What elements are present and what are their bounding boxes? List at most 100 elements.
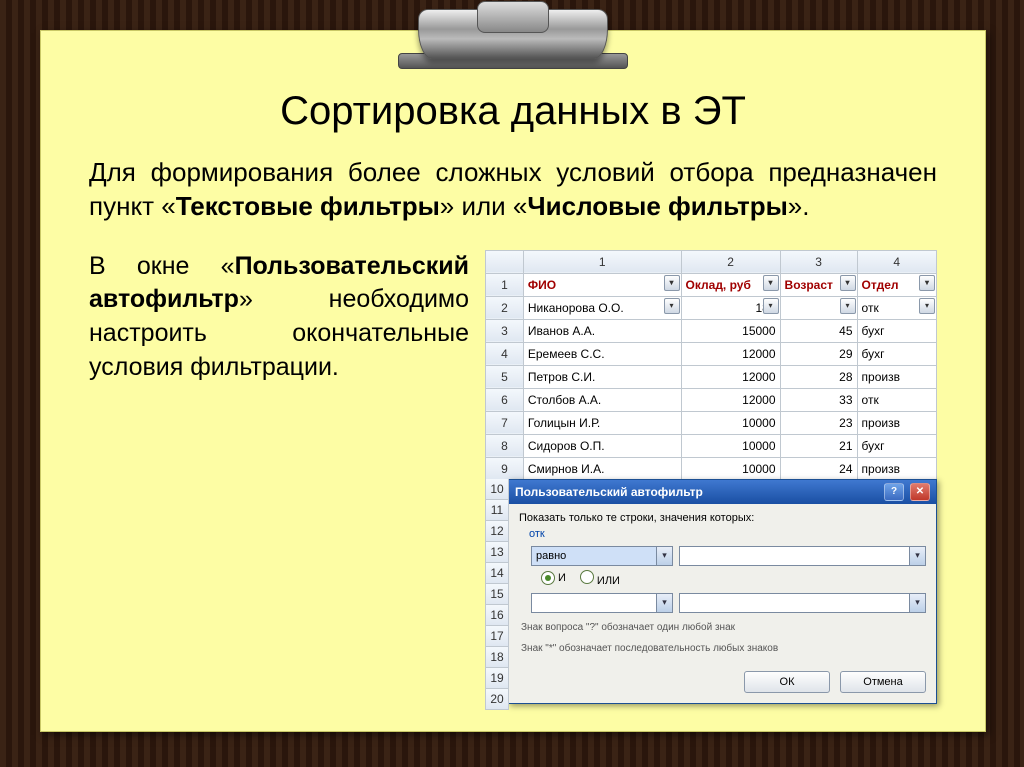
dialog-instruction: Показать только те строки, значения кото… (519, 512, 926, 524)
row-number[interactable]: 19 (485, 668, 509, 689)
cell-oklad[interactable]: 12000 (681, 388, 780, 411)
filter-dropdown-icon[interactable]: ▾ (664, 275, 680, 291)
condition-1-operator[interactable]: равно (531, 546, 673, 566)
cell-age[interactable]: 45 (780, 319, 857, 342)
cell-dep[interactable]: отк▾ (857, 296, 936, 319)
col-header[interactable]: 2 (681, 250, 780, 273)
filter-dropdown-icon[interactable]: ▾ (763, 298, 779, 314)
cell-oklad[interactable]: 10000 (681, 411, 780, 434)
cell-dep[interactable]: отк (857, 388, 936, 411)
text: В окне « (89, 252, 235, 280)
condition-2-value[interactable] (679, 593, 926, 613)
cell-oklad[interactable]: 10000 (681, 457, 780, 480)
cell-oklad[interactable]: 10000 (681, 434, 780, 457)
row-number[interactable]: 11 (485, 500, 509, 521)
cell-fio[interactable]: Иванов А.А. (523, 319, 681, 342)
condition-1-value[interactable] (679, 546, 926, 566)
header-cell: ФИО▾ (523, 273, 681, 296)
row-number[interactable]: 1 (486, 273, 524, 296)
cell-fio[interactable]: Сидоров О.П. (523, 434, 681, 457)
radio-label: И (558, 572, 566, 584)
filter-dropdown-icon[interactable]: ▾ (919, 298, 935, 314)
cell-dep[interactable]: произв (857, 457, 936, 480)
slide: Сортировка данных в ЭТ Для формирования … (40, 30, 986, 732)
cell-age[interactable]: 21 (780, 434, 857, 457)
col-header[interactable]: 3 (780, 250, 857, 273)
row-number[interactable]: 6 (486, 388, 524, 411)
row-number[interactable]: 14 (485, 563, 509, 584)
cell-dep[interactable]: бухг (857, 342, 936, 365)
cell-oklad[interactable]: 12000 (681, 365, 780, 388)
table-row: 2Никанорова О.О.▾180▾▾отк▾ (486, 296, 937, 319)
cell-age[interactable]: ▾ (780, 296, 857, 319)
filter-dropdown-icon[interactable]: ▾ (763, 275, 779, 291)
row-number[interactable]: 13 (485, 542, 509, 563)
radio-and[interactable]: И (541, 571, 566, 585)
filter-dropdown-icon[interactable]: ▾ (664, 298, 680, 314)
cell-dep[interactable]: бухг (857, 434, 936, 457)
dialog-title: Пользовательский автофильтр (515, 485, 703, 499)
cell-age[interactable]: 33 (780, 388, 857, 411)
condition-2-operator[interactable] (531, 593, 673, 613)
excel-table: 1 2 3 4 1 ФИО▾ Оклад, руб▾ Возраст▾ Отде… (485, 250, 937, 481)
close-button[interactable]: ✕ (910, 483, 930, 501)
text-bold: Текстовые фильтры (176, 191, 440, 221)
row-number[interactable]: 4 (486, 342, 524, 365)
cell-fio[interactable]: Еремеев С.С. (523, 342, 681, 365)
row-number[interactable]: 5 (486, 365, 524, 388)
row-number[interactable]: 12 (485, 521, 509, 542)
intro-paragraph: Для формирования более сложных условий о… (89, 156, 937, 224)
help-button[interactable]: ? (884, 483, 904, 501)
row-number[interactable]: 7 (486, 411, 524, 434)
radio-icon (580, 570, 594, 584)
row-number[interactable]: 20 (485, 689, 509, 710)
cell-dep[interactable]: произв (857, 411, 936, 434)
cell-dep[interactable]: бухг (857, 319, 936, 342)
dropdown-arrow-icon (909, 594, 925, 612)
table-row: 5Петров С.И.1200028произв (486, 365, 937, 388)
cell-age[interactable]: 28 (780, 365, 857, 388)
cell-fio[interactable]: Столбов А.А. (523, 388, 681, 411)
ok-button[interactable]: ОК (744, 671, 830, 693)
row-number[interactable]: 10 (485, 479, 509, 500)
cell-fio[interactable]: Смирнов И.А. (523, 457, 681, 480)
row-number[interactable]: 8 (486, 434, 524, 457)
table-row: 6Столбов А.А.1200033отк (486, 388, 937, 411)
cell-age[interactable]: 23 (780, 411, 857, 434)
cell-age[interactable]: 29 (780, 342, 857, 365)
corner-cell[interactable] (486, 250, 524, 273)
cell-fio[interactable]: Петров С.И. (523, 365, 681, 388)
header-row: 1 ФИО▾ Оклад, руб▾ Возраст▾ Отдел▾ (486, 273, 937, 296)
row-number[interactable]: 16 (485, 605, 509, 626)
cancel-button[interactable]: Отмена (840, 671, 926, 693)
filter-dropdown-icon[interactable]: ▾ (919, 275, 935, 291)
radio-or[interactable]: ИЛИ (580, 570, 620, 587)
filter-dropdown-icon[interactable]: ▾ (840, 298, 856, 314)
cell-dep[interactable]: произв (857, 365, 936, 388)
cell-oklad[interactable]: 15000 (681, 319, 780, 342)
table-row: 4Еремеев С.С.1200029бухг (486, 342, 937, 365)
text: ». (788, 191, 810, 221)
row-number[interactable]: 2 (486, 296, 524, 319)
cell-age[interactable]: 24 (780, 457, 857, 480)
dialog-titlebar[interactable]: Пользовательский автофильтр ? ✕ (509, 480, 936, 504)
cell-oklad[interactable]: 12000 (681, 342, 780, 365)
table-row: 9Смирнов И.А.1000024произв (486, 457, 937, 480)
table-row: 3Иванов А.А.1500045бухг (486, 319, 937, 342)
row-number[interactable]: 18 (485, 647, 509, 668)
col-header[interactable]: 1 (523, 250, 681, 273)
col-header[interactable]: 4 (857, 250, 936, 273)
header-label: Возраст (785, 278, 833, 292)
dropdown-arrow-icon (909, 547, 925, 565)
cell-oklad[interactable]: 180▾ (681, 296, 780, 319)
cell-fio[interactable]: Никанорова О.О.▾ (523, 296, 681, 319)
row-number[interactable]: 15 (485, 584, 509, 605)
row-number[interactable]: 3 (486, 319, 524, 342)
cell-fio[interactable]: Голицын И.Р. (523, 411, 681, 434)
header-cell: Возраст ▾ (780, 273, 857, 296)
row-number[interactable]: 17 (485, 626, 509, 647)
header-label: Отдел (862, 278, 899, 292)
filter-dropdown-icon[interactable]: ▾ (840, 275, 856, 291)
slide-title: Сортировка данных в ЭТ (41, 89, 985, 134)
row-number[interactable]: 9 (486, 457, 524, 480)
